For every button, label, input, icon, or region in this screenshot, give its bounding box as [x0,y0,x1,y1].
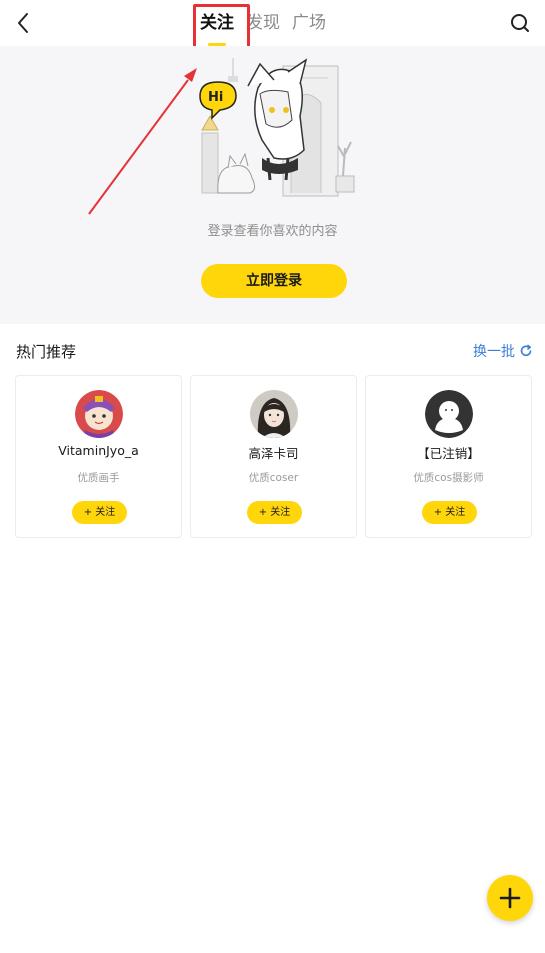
login-banner: Hi 登录查看你喜欢的内容 立即登录 [0,46,545,324]
search-icon[interactable] [507,10,533,36]
follow-button[interactable]: + 关注 [247,501,302,524]
refresh-label: 换一批 [473,344,515,360]
user-card[interactable]: VitaminJyo_a 优质画手 + 关注 [15,375,182,538]
recommend-cards: VitaminJyo_a 优质画手 + 关注 高泽卡司 优质coser + 关注 [15,375,532,538]
tab-discover[interactable]: 发现 [246,8,280,38]
user-card[interactable]: 【已注销】 优质cos摄影师 + 关注 [365,375,532,538]
hi-bubble-text: Hi [208,90,223,105]
refresh-button[interactable]: 换一批 [473,341,533,361]
follow-button[interactable]: + 关注 [72,501,127,524]
avatar[interactable] [250,390,298,438]
default-avatar-icon[interactable] [425,390,473,438]
user-desc: 优质coser [248,472,299,484]
section-title: 热门推荐 [16,343,77,361]
top-bar: 关注 发现 广场 [0,0,545,46]
user-name: 【已注销】 [417,446,480,461]
login-illustration: Hi [199,58,355,197]
create-post-button[interactable] [487,875,533,921]
user-name: 高泽卡司 [248,446,299,461]
avatar[interactable] [75,390,123,438]
chevron-left-icon[interactable] [10,9,38,37]
app-screen: 关注 发现 广场 Hi 登录查看你喜欢的内容 立即登录 热门推荐 换一批 Vit… [0,0,545,953]
refresh-icon [520,344,532,357]
tab-square[interactable]: 广场 [292,8,326,38]
login-button[interactable]: 立即登录 [201,264,347,298]
user-card[interactable]: 高泽卡司 优质coser + 关注 [190,375,357,538]
user-name: VitaminJyo_a [58,443,139,458]
follow-button[interactable]: + 关注 [422,501,477,524]
user-desc: 优质画手 [77,472,120,484]
login-hint-text: 登录查看你喜欢的内容 [207,224,338,239]
plus-icon [499,887,521,909]
user-desc: 优质cos摄影师 [413,472,484,484]
